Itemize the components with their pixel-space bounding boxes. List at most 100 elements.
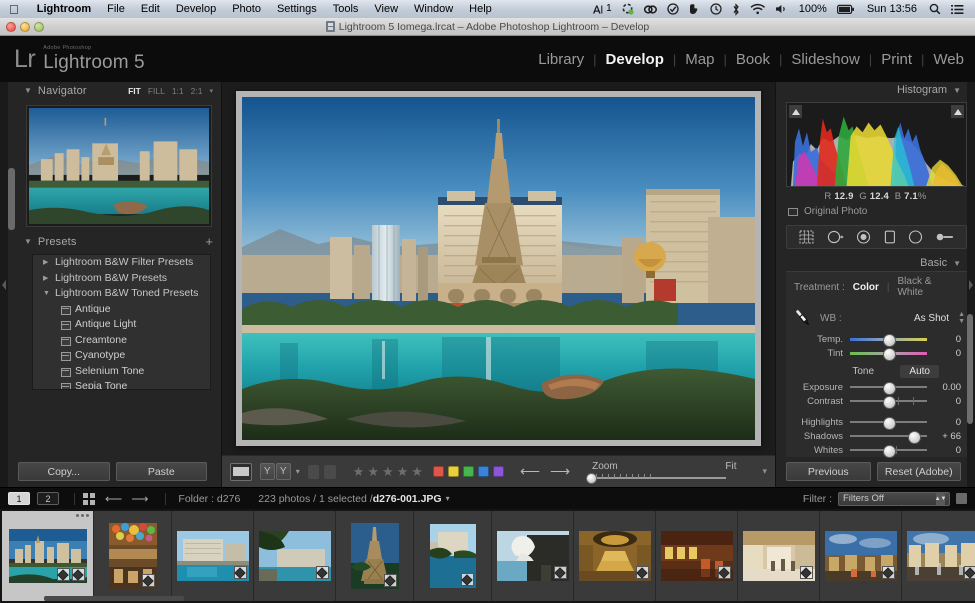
slider-exposure[interactable]: Exposure 0.00 — [786, 380, 967, 394]
slider-shadows[interactable]: Shadows + 66 — [786, 429, 967, 443]
filmstrip-cell[interactable] — [574, 511, 656, 601]
thumbnail-venetian-canal-sky[interactable] — [825, 531, 897, 581]
slider-track-contrast[interactable] — [850, 395, 927, 407]
menu-item-lightroom[interactable]: Lightroom — [29, 0, 99, 18]
slider-track-highlights[interactable] — [850, 416, 927, 428]
apple-icon[interactable]:  — [0, 3, 29, 16]
menu-bar-clock[interactable]: Sun 13:56 — [860, 3, 924, 15]
arrow-left-icon[interactable]: ⟵ — [520, 463, 540, 480]
slider-track-exposure[interactable] — [850, 381, 927, 393]
thumbnail-vegas-skyline-bellagio[interactable] — [9, 529, 87, 583]
add-preset-button[interactable]: + — [205, 235, 213, 248]
menu-item-help[interactable]: Help — [461, 0, 500, 18]
preset-item-sepia-tone[interactable]: Sepia Tone — [33, 379, 210, 390]
filmstrip-scrollbar[interactable] — [44, 596, 184, 601]
filmstrip-cell[interactable] — [738, 511, 820, 601]
slider-knob-highlights[interactable] — [883, 416, 894, 428]
basic-panel-header[interactable]: Basic ▼ — [776, 255, 975, 271]
loupe-view-icon[interactable] — [230, 463, 252, 481]
menu-item-view[interactable]: View — [366, 0, 406, 18]
original-photo-checkbox[interactable] — [788, 208, 798, 216]
left-panel-scrollbar[interactable] — [8, 168, 15, 230]
develop-badge-icon[interactable] — [636, 566, 649, 579]
chevron-down-icon[interactable]: ▼ — [24, 237, 32, 246]
search-icon[interactable] — [924, 3, 946, 15]
develop-badge-icon[interactable] — [316, 566, 329, 579]
filmstrip-cell[interactable] — [336, 511, 414, 601]
left-panel-collapse-handle[interactable] — [0, 82, 8, 487]
zoom-slider[interactable] — [586, 473, 762, 483]
copy-button[interactable]: Copy... — [18, 462, 110, 481]
spot-removal-icon[interactable] — [827, 230, 844, 244]
develop-badge-icon[interactable] — [142, 574, 155, 587]
slider-knob-contrast[interactable] — [883, 395, 894, 407]
reset-button[interactable]: Reset (Adobe) — [877, 462, 962, 481]
filmstrip-cell[interactable] — [902, 511, 975, 601]
grid-view-icon[interactable] — [83, 493, 95, 505]
star-icon[interactable]: ★ — [367, 464, 379, 480]
star-icon[interactable]: ★ — [397, 464, 409, 480]
chevron-down-icon[interactable]: ▼ — [24, 86, 32, 95]
module-map[interactable]: Map — [676, 51, 723, 68]
thumbnail-st-marks-square[interactable] — [907, 531, 975, 581]
develop-badge-icon[interactable] — [461, 573, 474, 586]
module-print[interactable]: Print — [872, 51, 921, 68]
filmstrip-cell[interactable] — [414, 511, 492, 601]
chevron-down-icon[interactable]: ▼ — [953, 86, 961, 95]
module-develop[interactable]: Develop — [597, 51, 673, 68]
adjustment-brush-icon[interactable] — [936, 231, 954, 243]
develop-badge-icon[interactable] — [800, 566, 813, 579]
treatment-option-color[interactable]: Color — [845, 282, 887, 293]
sync-icon[interactable] — [617, 3, 639, 15]
filmstrip-cell[interactable] — [656, 511, 738, 601]
battery-icon[interactable] — [832, 4, 860, 15]
main-photo[interactable] — [242, 97, 755, 440]
chevron-down-icon[interactable]: ▾ — [446, 494, 450, 503]
treatment-option-bw[interactable]: Black & White — [889, 276, 961, 298]
right-panel-collapse-handle[interactable] — [967, 82, 975, 487]
adobe-cc-icon[interactable]: 1 — [587, 0, 617, 18]
thumbnail-casino-floor[interactable] — [661, 531, 733, 581]
navigator-header[interactable]: ▼ Navigator FIT FILL 1:1 2:1 ▾ — [14, 82, 221, 99]
before-after-y2[interactable]: Y — [276, 463, 291, 480]
chevron-down-icon[interactable]: ▼ — [953, 259, 961, 268]
slider-knob-temp[interactable] — [883, 333, 894, 345]
filter-select[interactable]: Filters Off ▲▼ — [838, 492, 950, 506]
color-label-purple[interactable] — [493, 466, 504, 477]
module-web[interactable]: Web — [924, 51, 973, 68]
arrow-right-icon[interactable]: ⟶ — [550, 463, 570, 480]
filter-stepper-icon[interactable]: ▲▼ — [936, 493, 945, 505]
slider-knob-whites[interactable] — [883, 444, 894, 456]
copy-settings-icon[interactable] — [308, 465, 319, 479]
before-after-toggle[interactable]: Y Y — [260, 463, 291, 480]
develop-badge-icon[interactable] — [57, 568, 70, 581]
eyedropper-icon[interactable] — [786, 306, 820, 330]
module-slideshow[interactable]: Slideshow — [782, 51, 868, 68]
menu-item-settings[interactable]: Settings — [269, 0, 325, 18]
star-icon[interactable]: ★ — [353, 464, 365, 480]
filmstrip-cell[interactable] — [820, 511, 902, 601]
crop-overlay-icon[interactable] — [799, 230, 814, 244]
histogram-header[interactable]: Histogram ▼ — [776, 82, 975, 98]
wb-value[interactable]: As Shot — [914, 313, 961, 324]
menu-item-develop[interactable]: Develop — [168, 0, 224, 18]
menu-item-photo[interactable]: Photo — [224, 0, 269, 18]
crop-badge-icon[interactable] — [72, 568, 85, 581]
zoom-mode-1-1[interactable]: 1:1 — [172, 86, 184, 96]
color-label-yellow[interactable] — [448, 466, 459, 477]
thumbnail-shopping-mall-interior[interactable] — [743, 531, 815, 581]
screen-2-button[interactable]: 2 — [37, 492, 59, 505]
close-button[interactable] — [6, 22, 16, 32]
bluetooth-icon[interactable] — [727, 3, 745, 16]
develop-badge-icon[interactable] — [718, 566, 731, 579]
minimize-button[interactable] — [20, 22, 30, 32]
evernote-icon[interactable] — [684, 3, 705, 15]
rating-stars[interactable]: ★ ★ ★ ★ ★ — [353, 464, 423, 480]
toolbar-options-caret-icon[interactable]: ▾ — [762, 466, 767, 477]
slider-knob-tint[interactable] — [883, 347, 894, 359]
thumbnail-hotel-lobby-gold[interactable] — [579, 531, 651, 581]
develop-badge-icon[interactable] — [234, 566, 247, 579]
slider-contrast[interactable]: Contrast 0 — [786, 394, 967, 408]
zoom-stepper-icon[interactable]: ▾ — [209, 87, 213, 95]
navigator-frame[interactable] — [26, 105, 212, 227]
